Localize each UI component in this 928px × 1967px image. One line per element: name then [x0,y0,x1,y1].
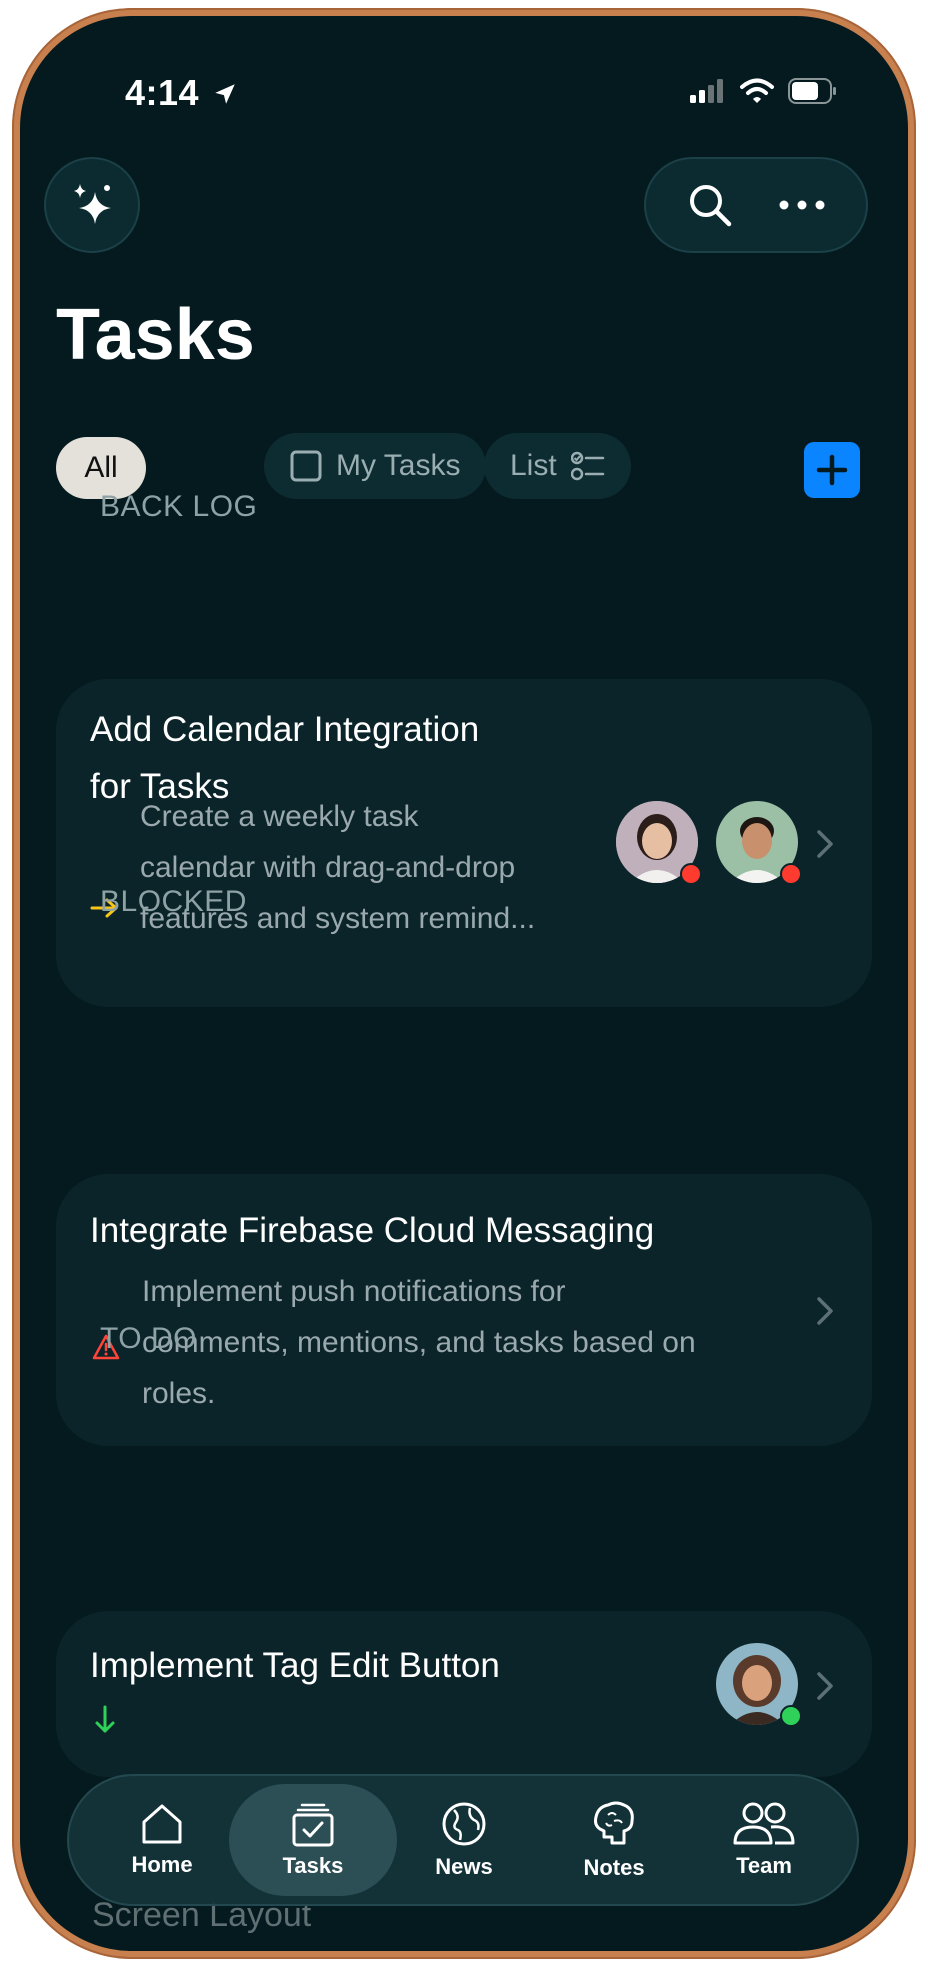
task-description-line: Implement push notifications for [142,1275,566,1308]
status-dot [780,863,802,885]
status-dot [780,1705,802,1727]
status-icons [690,78,838,104]
tab-team[interactable]: Team [689,1776,839,1904]
status-time: 4:14 [125,72,238,114]
chevron-right-icon [817,1672,833,1700]
page-title: Tasks [56,295,255,375]
task-description: Create a weekly task calendar with drag-… [140,791,535,944]
my-tasks-label: My Tasks [336,449,461,482]
section-label-blocked: BLOCKED [100,885,247,918]
location-arrow-icon [214,84,235,104]
people-icon [733,1802,795,1845]
my-tasks-chip[interactable]: My Tasks [264,433,487,499]
battery-icon [788,78,836,104]
search-icon[interactable] [686,181,734,229]
ai-assistant-button[interactable] [44,157,140,253]
task-card-tag-edit[interactable]: Implement Tag Edit Button [56,1611,872,1777]
tab-home-label: Home [131,1852,193,1877]
checklist-icon [292,1803,334,1847]
add-task-button[interactable] [804,442,860,498]
header-actions [644,157,868,253]
house-icon [142,1804,182,1844]
sparkles-icon [74,184,111,224]
section-label-backlog: BACK LOG [100,490,258,523]
task-title-line: Add Calendar Integration [90,710,480,749]
list-checklist-icon [570,451,604,481]
tab-tasks-label: Tasks [282,1853,344,1878]
cellular-signal-icon [690,79,723,103]
brain-icon [594,1801,634,1845]
task-description: Implement push notifications for comment… [142,1266,696,1419]
task-description-line: roles. [142,1377,216,1410]
section-label-todo: TO DO [100,1322,197,1355]
list-view-chip[interactable]: List [484,433,631,499]
task-title: Integrate Firebase Cloud Messaging [90,1211,655,1250]
chevron-right-icon [817,830,833,858]
screen: 4:14 Tasks All My Tasks List BACK LOG Ad… [20,16,908,1951]
tab-news-label: News [435,1854,493,1879]
tab-tasks[interactable]: Tasks [229,1784,397,1896]
task-card-firebase[interactable]: Integrate Firebase Cloud Messaging Imple… [56,1174,872,1446]
wifi-icon [740,78,774,103]
ellipsis-icon[interactable] [778,199,826,211]
globe-icon [442,1802,486,1846]
tab-notes-label: Notes [583,1855,645,1880]
status-dot [680,863,702,885]
checkbox-icon [290,450,322,482]
tab-news[interactable]: News [389,1776,539,1904]
task-description-line: Create a weekly task [140,800,419,833]
clock-text: 4:14 [125,72,200,113]
task-card-calendar[interactable]: Add Calendar Integration for Tasks Creat… [56,679,872,1007]
task-title: Implement Tag Edit Button [90,1646,500,1685]
arrow-down-icon [95,1705,115,1733]
task-description-line: comments, mentions, and tasks based on [142,1326,696,1359]
tab-home[interactable]: Home [87,1776,237,1904]
tab-team-label: Team [736,1853,792,1878]
tab-bar: Home Tasks News Notes Team [67,1774,859,1906]
list-label: List [510,449,557,482]
plus-icon [816,454,848,486]
tab-notes[interactable]: Notes [539,1776,689,1904]
chevron-right-icon [817,1297,833,1325]
